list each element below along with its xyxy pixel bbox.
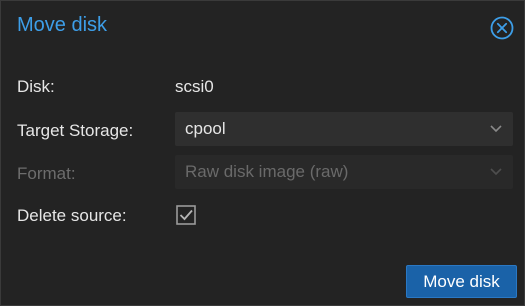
chevron-down-icon[interactable] xyxy=(489,123,503,135)
close-button[interactable] xyxy=(490,16,514,40)
dialog-title: Move disk xyxy=(17,14,108,36)
move-disk-button[interactable]: Move disk xyxy=(406,265,517,298)
format-select: Raw disk image (raw) xyxy=(175,155,513,189)
checkbox-checked-icon xyxy=(176,205,196,225)
delete-source-checkbox[interactable] xyxy=(175,204,197,226)
close-circle-icon xyxy=(490,16,514,40)
format-label: Format: xyxy=(17,164,76,183)
disk-value: scsi0 xyxy=(175,77,214,96)
target-storage-value: cpool xyxy=(185,119,226,138)
delete-source-label: Delete source: xyxy=(17,206,127,225)
format-value: Raw disk image (raw) xyxy=(185,162,349,181)
move-disk-dialog: Move disk Disk: scsi0 Target Storage: cp… xyxy=(0,0,525,306)
target-storage-label: Target Storage: xyxy=(17,121,134,140)
disk-label: Disk: xyxy=(17,77,55,96)
chevron-down-icon xyxy=(490,168,502,176)
target-storage-select[interactable]: cpool xyxy=(175,112,513,146)
